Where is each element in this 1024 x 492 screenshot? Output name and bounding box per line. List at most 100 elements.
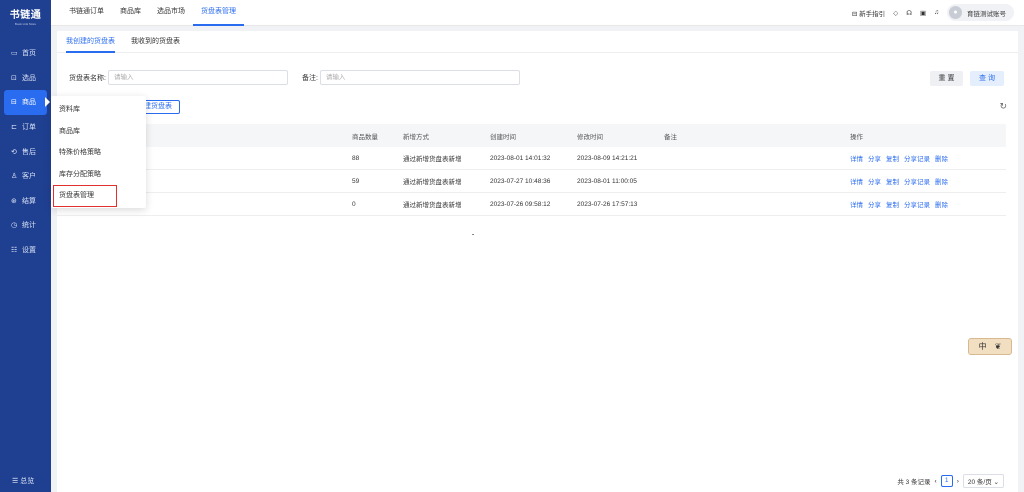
home-icon: ▭ (11, 50, 18, 58)
sidebar-item-orders[interactable]: ⊏ 订单 (0, 115, 51, 140)
selection-icon: ⊡ (11, 74, 17, 82)
settings-icon: ☷ (11, 247, 18, 255)
header-method: 新增方式 (403, 133, 429, 141)
sidebar-item-settlement[interactable]: ⊛ 结算 (0, 189, 51, 214)
sidebar-item-label: 客户 (22, 173, 36, 181)
copy-link[interactable]: 复制 (886, 179, 899, 186)
refresh-icon[interactable]: ↻ (999, 101, 1007, 112)
table-header: 商品数量 新增方式 创建时间 修改时间 备注 操作 (57, 124, 1006, 147)
user-menu[interactable]: ● 育链测试账号 (947, 4, 1014, 21)
sidebar-item-customers[interactable]: ♙ 客户 (0, 164, 51, 189)
submenu-item-data-library[interactable]: 资料库 (51, 99, 146, 121)
sidebar-item-products[interactable]: ⊟ 商品 (4, 90, 50, 115)
logo-subtext: Book Link Store (14, 22, 37, 26)
submenu-item-product-library[interactable]: 商品库 (51, 121, 146, 143)
sidebar-item-label: 商品 (22, 99, 36, 107)
loading-dot (472, 234, 474, 235)
cell-modified: 2023-07-26 17:57:13 (577, 200, 638, 208)
table-row[interactable]: 88 通过新增货盘表新增 2023-08-01 14:01:32 2023-08… (57, 147, 1006, 170)
share-link[interactable]: 分享 (868, 179, 881, 186)
main-content: 我创建的货盘表 我收到的货盘表 货盘表名称: 请输入 备注: 请输入 重 置 查… (57, 31, 1018, 492)
diamond-icon[interactable]: ◇ (893, 9, 898, 17)
submenu-item-inventory-strategy[interactable]: 库存分配策略 (51, 164, 146, 186)
sidebar-item-selection[interactable]: ⊡ 选品 (0, 66, 51, 91)
sidebar-item-label: 选品 (22, 74, 36, 82)
orders-icon: ⊏ (11, 124, 17, 132)
delete-link[interactable]: 删除 (935, 179, 948, 186)
aftersales-icon: ⟲ (11, 148, 17, 156)
submenu-item-special-price[interactable]: 特殊价格策略 (51, 142, 146, 164)
remark-input[interactable]: 请输入 (319, 70, 520, 85)
row-actions: 详情 分享 复制 分享记录 删除 (850, 153, 953, 163)
top-nav: 书链通订单 商品库 选品市场 货盘表管理 (51, 0, 244, 26)
top-bar: 书链通订单 商品库 选品市场 货盘表管理 ⊟ 新手指引 ◇ ☊ ▣ ♫ ● 育链… (51, 0, 1024, 26)
tab-booklink-orders[interactable]: 书链通订单 (61, 0, 112, 26)
top-right-tools: ⊟ 新手指引 ◇ ☊ ▣ ♫ ● 育链测试账号 (852, 4, 1024, 21)
detail-link[interactable]: 详情 (850, 179, 863, 186)
share-link[interactable]: 分享 (868, 202, 881, 209)
tab-catalog-management[interactable]: 货盘表管理 (193, 0, 244, 26)
reset-button[interactable]: 重 置 (930, 71, 963, 86)
headset-icon[interactable]: ☊ (906, 9, 912, 17)
tab-product-library[interactable]: 商品库 (112, 0, 149, 26)
sidebar: 书链通 Book Link Store ▭ 首页 ⊡ 选品 ⊟ 商品 ⊏ 订单 ⟲ 售后 … (0, 0, 51, 492)
page-size-select[interactable]: 20 条/页 ⌄ (962, 474, 1004, 488)
header-remark: 备注 (664, 133, 677, 141)
tab-selection-market[interactable]: 选品市场 (149, 0, 193, 26)
name-input[interactable]: 请输入 (107, 70, 288, 85)
sub-tabs: 我创建的货盘表 我收到的货盘表 (57, 31, 1018, 53)
share-record-link[interactable]: 分享记录 (904, 202, 930, 209)
next-page-icon[interactable]: › (957, 478, 959, 485)
copy-link[interactable]: 复制 (886, 156, 899, 163)
sidebar-item-home[interactable]: ▭ 首页 (0, 41, 51, 66)
overview-toggle[interactable]: ☰ 总览 (12, 476, 34, 486)
detail-link[interactable]: 详情 (850, 202, 863, 209)
delete-link[interactable]: 删除 (935, 202, 948, 209)
header-modified: 修改时间 (577, 133, 603, 141)
table-row[interactable]: 0 通过新增货盘表新增 2023-07-26 09:58:12 2023-07-… (57, 193, 1006, 216)
logo[interactable]: 书链通 Book Link Store (0, 0, 51, 32)
prev-page-icon[interactable]: ‹ (935, 478, 937, 485)
products-icon: ⊟ (11, 99, 17, 107)
statistics-icon: ◷ (11, 222, 18, 230)
share-record-link[interactable]: 分享记录 (904, 156, 930, 163)
sidebar-item-label: 订单 (22, 124, 36, 132)
document-icon[interactable]: ▣ (920, 9, 926, 17)
cell-method: 通过新增货盘表新增 (403, 179, 462, 186)
sidebar-item-label: 设置 (22, 247, 36, 255)
sidebar-item-settings[interactable]: ☷ 设置 (0, 238, 51, 263)
sidebar-item-statistics[interactable]: ◷ 统计 (0, 213, 51, 238)
share-link[interactable]: 分享 (868, 156, 881, 163)
filter-bar: 货盘表名称: 请输入 备注: 请输入 (69, 70, 520, 85)
sidebar-item-aftersales[interactable]: ⟲ 售后 (0, 139, 51, 164)
share-record-link[interactable]: 分享记录 (904, 179, 930, 186)
sidebar-item-label: 售后 (22, 148, 36, 156)
cell-created: 2023-08-01 14:01:32 (490, 154, 551, 162)
row-actions: 详情 分享 复制 分享记录 删除 (850, 176, 953, 186)
bell-icon[interactable]: ♫ (934, 9, 939, 16)
row-actions: 详情 分享 复制 分享记录 删除 (850, 199, 953, 209)
language-widget[interactable]: 中 ❦ (968, 338, 1012, 355)
username: 育链测试账号 (967, 10, 1006, 18)
query-button[interactable]: 查 询 (970, 71, 1004, 86)
cell-method: 通过新增货盘表新增 (403, 156, 462, 163)
detail-link[interactable]: 详情 (850, 156, 863, 163)
header-count: 商品数量 (352, 133, 378, 141)
tab-my-received[interactable]: 我收到的货盘表 (131, 31, 180, 53)
delete-link[interactable]: 删除 (935, 156, 948, 163)
logo-text: 书链通 (9, 10, 42, 21)
header-ops: 操作 (850, 133, 863, 141)
copy-link[interactable]: 复制 (886, 202, 899, 209)
cell-method: 通过新增货盘表新增 (403, 202, 462, 209)
submenu-item-catalog-management[interactable]: 货盘表管理 (53, 185, 117, 207)
guide-link[interactable]: ⊟ 新手指引 (852, 8, 885, 18)
shirt-icon: ❦ (994, 342, 1002, 351)
table-row[interactable]: 59 通过新增货盘表新增 2023-07-27 10:48:36 2023-08… (57, 170, 1006, 193)
avatar: ● (949, 6, 962, 19)
cell-modified: 2023-08-01 11:00:05 (577, 177, 637, 185)
sidebar-item-label: 统计 (22, 222, 36, 230)
header-created: 创建时间 (490, 133, 516, 141)
chevron-down-icon: ⌄ (993, 479, 999, 486)
tab-my-created[interactable]: 我创建的货盘表 (66, 31, 115, 53)
page-number[interactable]: 1 (940, 475, 953, 487)
